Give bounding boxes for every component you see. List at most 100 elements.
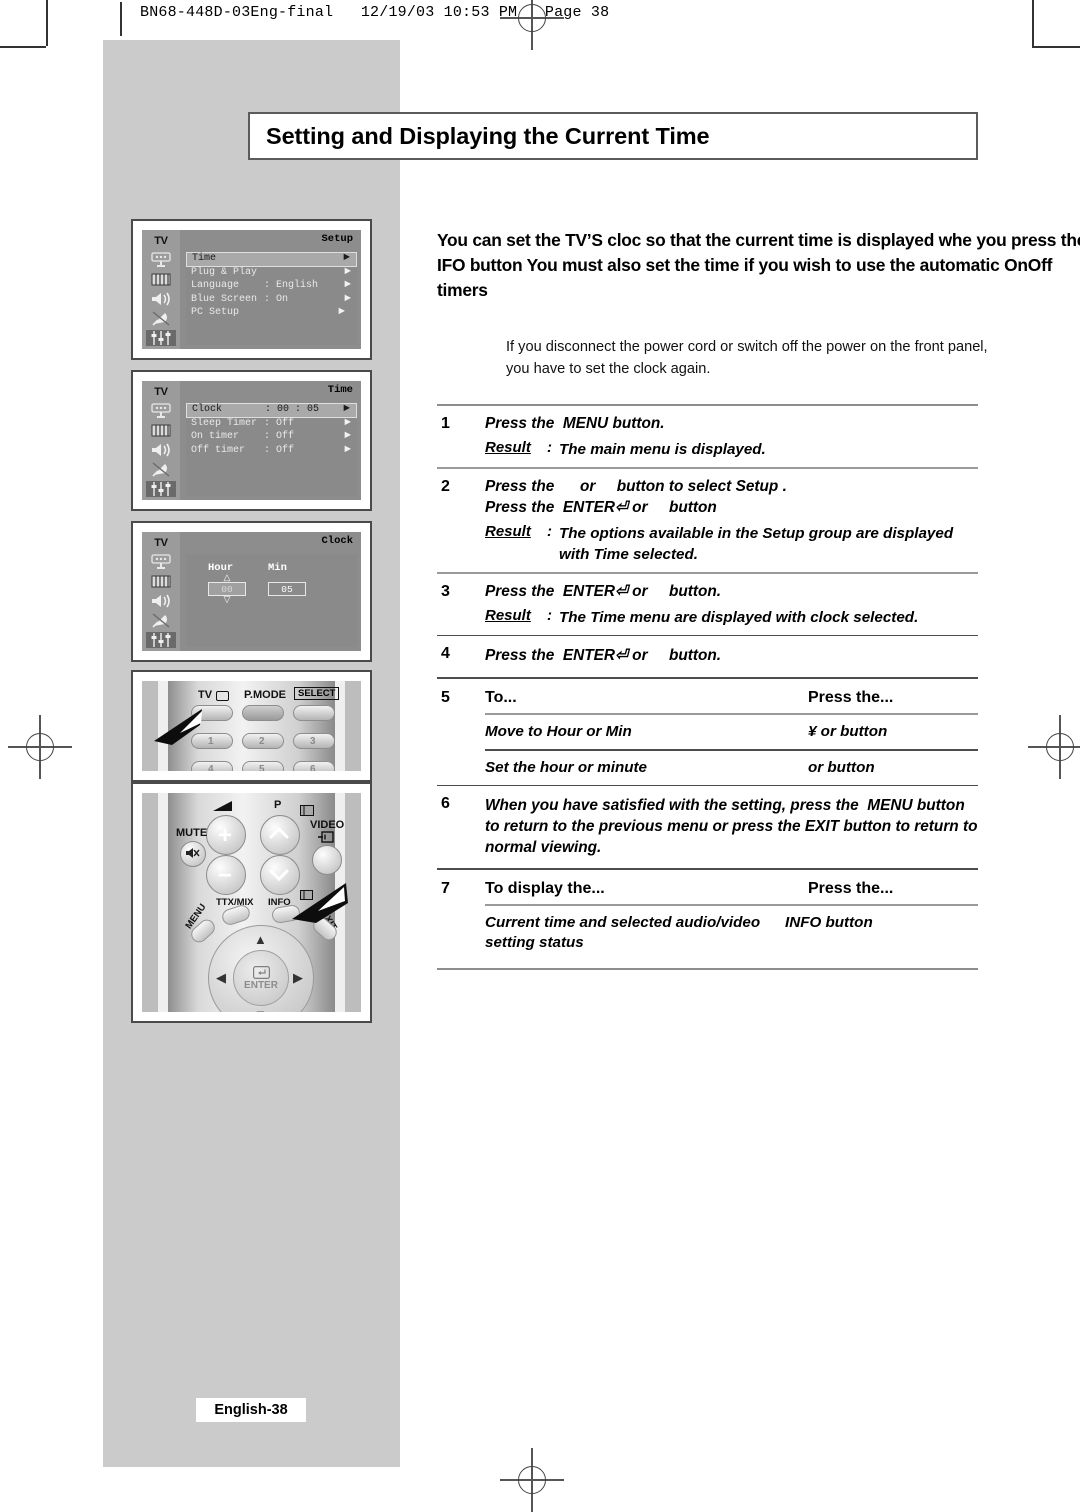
registration-mark-right <box>1028 715 1080 779</box>
registration-mark-left <box>8 715 72 779</box>
video-input-icon <box>318 831 334 843</box>
step-6-number: 6 <box>441 795 450 813</box>
osd-row-clock[interactable]: Clock : 00 : 05 ► <box>186 403 357 418</box>
number-6-label: 6 <box>310 764 316 771</box>
osd-row-label: PC Setup <box>191 307 240 318</box>
osd-row-off-timer[interactable]: Off timer : Off ► <box>186 444 357 459</box>
osd-row-label: On timer <box>191 431 240 442</box>
number-2-label: 2 <box>259 736 265 747</box>
osd-title-time: Time <box>327 384 353 396</box>
dpad-left-arrow-icon[interactable]: ◀ <box>216 970 226 986</box>
volume-down-label: − <box>218 862 233 889</box>
osd-row-language[interactable]: Language : English ► <box>186 279 357 294</box>
step-4: 4 Press the ENTER⏎ or button. <box>437 636 978 677</box>
hour-value[interactable]: 00 <box>208 582 246 596</box>
osd-row-blue-screen[interactable]: Blue Screen : On ► <box>186 292 357 308</box>
pmode-button[interactable] <box>242 705 284 721</box>
step-7: 7 To display the... Press the... Current… <box>437 870 978 960</box>
setup-icon <box>146 329 176 347</box>
regmark-circle <box>1046 733 1074 761</box>
step-6: 6 When you have satisfied with the setti… <box>437 786 978 868</box>
min-value[interactable]: 05 <box>268 582 306 596</box>
picture-icon <box>146 403 176 419</box>
osd-main-setup: Setup Time ► Plug & Play ► Language : En… <box>180 230 361 349</box>
step-7-divider <box>437 967 978 971</box>
result-colon: : <box>547 439 552 457</box>
step-6-body: When you have satisfied with the setting… <box>485 795 978 858</box>
result-colon: : <box>547 606 552 624</box>
number-3-label: 3 <box>310 736 316 747</box>
step-5-number: 5 <box>441 689 450 707</box>
dpad-down-arrow-icon[interactable]: ▼ <box>254 1007 267 1012</box>
header-divider <box>120 2 122 36</box>
step-5-table-header: To... Press the... <box>485 689 978 713</box>
osd-device-label: TV <box>154 235 168 247</box>
osd-list-setup: Time ► Plug & Play ► Language : English … <box>186 252 357 345</box>
chevron-right-icon: ► <box>344 265 351 278</box>
dpad-up-arrow-icon[interactable]: ▲ <box>254 932 267 947</box>
chevron-right-icon: ► <box>338 306 345 318</box>
osd-row-label: Blue Screen <box>191 293 258 305</box>
step-3-result: Result : The Time menu are displayed wit… <box>485 607 978 628</box>
osd-clock-fields: Hour △ 00 ▽ Min 05 <box>186 554 357 647</box>
tv-button-label: TV <box>198 689 213 701</box>
step-7-row-1: Current time and selected audio/video se… <box>485 906 978 960</box>
step-1-line: Press the MENU button. <box>485 415 665 433</box>
sound-icon <box>146 442 176 458</box>
osd-main-clock: Clock Hour △ 00 ▽ Min 05 <box>180 532 361 651</box>
setup-icon <box>146 631 176 649</box>
osd-screen-time: TV Time Clock : 00 : 05 ► Sleep Timer: … <box>142 381 361 500</box>
remote-left-edge <box>142 793 158 1012</box>
osd-screen-setup: TV Setup Time ► Plug & Play ► Language:… <box>142 230 361 349</box>
osd-row-label: Sleep Timer <box>191 417 258 429</box>
hour-field-group: Hour △ 00 ▽ <box>208 562 246 605</box>
hour-up-arrow-icon[interactable]: △ <box>208 574 246 583</box>
osd-list-time: Clock : 00 : 05 ► Sleep Timer : Off ► On… <box>186 403 357 496</box>
page-footer: English-38 <box>196 1398 306 1422</box>
step-7-table-header: To display the... Press the... <box>485 880 978 904</box>
video-button[interactable] <box>312 845 342 875</box>
osd-figure-time: TV Time Clock : 00 : 05 ► Sleep Timer: … <box>131 370 372 511</box>
remote-right-edge <box>345 681 361 771</box>
result-text: The main menu is displayed. <box>559 441 766 459</box>
enter-button[interactable]: ENTER <box>233 950 289 1006</box>
osd-row-label: Off timer <box>191 444 246 456</box>
step-1-result: Result : The main menu is displayed. <box>485 439 978 460</box>
page-title: Setting and Displaying the Current Time <box>266 122 710 149</box>
registration-mark-bottom <box>500 1448 564 1512</box>
picture-icon <box>146 554 176 570</box>
result-label: Result <box>485 606 531 624</box>
step-4-number: 4 <box>441 645 450 663</box>
result-label: Result <box>485 522 531 540</box>
regmark-circle <box>518 1466 546 1494</box>
chevron-right-icon: ► <box>344 292 351 305</box>
number-5-label: 5 <box>259 764 265 771</box>
chevron-right-icon: ► <box>344 416 351 429</box>
step-6-line: When you have satisfied with the setting… <box>485 797 982 857</box>
enter-glyph-icon <box>252 965 270 979</box>
osd-title-clock: Clock <box>321 535 353 547</box>
tv-screen-icon <box>216 691 229 701</box>
hour-down-arrow-icon[interactable]: ▽ <box>208 596 246 605</box>
osd-figure-setup: TV Setup Time ► Plug & Play ► Language:… <box>131 219 372 360</box>
select-button[interactable] <box>293 705 335 721</box>
osd-row-label: Language <box>191 280 240 291</box>
osd-row-pc-setup[interactable]: PC Setup ► <box>186 306 357 321</box>
crop-mark-top-left-v <box>46 0 48 46</box>
procedure-steps: 1 Press the MENU button. Result : The ma… <box>437 404 978 971</box>
step-7-header-right: Press the... <box>808 880 894 898</box>
dpad-right-arrow-icon[interactable]: ▶ <box>293 970 303 986</box>
osd-row-value: : 00 : 05 <box>265 404 320 415</box>
volume-icon <box>213 801 232 811</box>
step-5-row-2-action: Set the hour or minute <box>485 758 648 776</box>
osd-row-time[interactable]: Time ► <box>186 252 357 267</box>
osd-row-sleep-timer[interactable]: Sleep Timer : Off ► <box>186 416 357 432</box>
osd-row-value: : Off <box>264 431 295 442</box>
channel-icon <box>146 271 176 287</box>
osd-row-on-timer[interactable]: On timer : Off ► <box>186 430 357 445</box>
crop-mark-top-right-v <box>1032 0 1034 46</box>
osd-title-setup: Setup <box>321 233 353 245</box>
callout-arrow-icon <box>154 709 202 745</box>
osd-row-label: Plug & Play <box>191 266 258 278</box>
osd-row-plug-and-play[interactable]: Plug & Play ► <box>186 265 357 281</box>
